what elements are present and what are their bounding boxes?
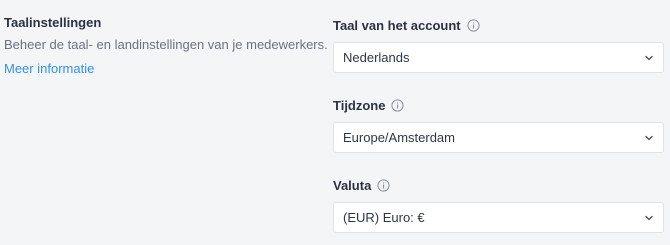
account-language-select[interactable]: Nederlands	[333, 42, 664, 73]
section-description: Beheer de taal- en landinstellingen van …	[4, 37, 328, 52]
info-icon[interactable]	[467, 18, 480, 32]
currency-label: Valuta	[333, 176, 664, 194]
currency-select[interactable]: (EUR) Euro: €	[333, 202, 664, 233]
currency-label-text: Valuta	[333, 177, 372, 193]
more-info-link[interactable]: Meer informatie	[4, 60, 94, 78]
timezone-label-text: Tijdzone	[333, 97, 386, 113]
account-language-field: Taal van het account Nederlands	[333, 16, 664, 73]
info-icon[interactable]	[391, 98, 405, 112]
timezone-label: Tijdzone	[333, 96, 664, 114]
account-language-label-text: Taal van het account	[333, 17, 461, 33]
info-icon[interactable]	[377, 178, 390, 192]
account-language-value: Nederlands	[343, 50, 410, 65]
account-language-label: Taal van het account	[333, 16, 664, 34]
section-title: Taalinstellingen	[4, 15, 102, 30]
chevron-down-icon	[644, 53, 654, 63]
chevron-down-icon	[644, 133, 654, 143]
timezone-field: Tijdzone Europe/Amsterdam	[333, 96, 664, 153]
language-settings-section: Taalinstellingen Beheer de taal- en land…	[4, 14, 328, 78]
timezone-value: Europe/Amsterdam	[343, 130, 455, 145]
currency-value: (EUR) Euro: €	[343, 210, 425, 225]
timezone-select[interactable]: Europe/Amsterdam	[333, 122, 664, 153]
chevron-down-icon	[644, 213, 654, 223]
currency-field: Valuta (EUR) Euro: €	[333, 176, 664, 233]
